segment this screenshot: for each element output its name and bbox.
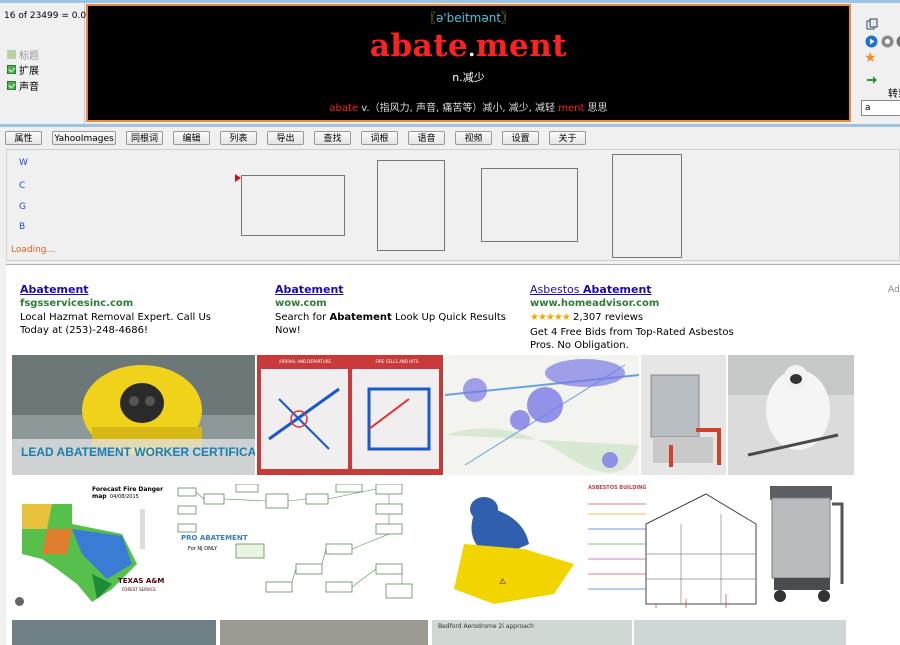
hazmat-suit-photo <box>728 355 854 475</box>
image-result[interactable] <box>220 620 428 645</box>
option-sound-label: 声音 <box>19 78 39 93</box>
abatement-worker-photo: ⚠ <box>434 484 582 608</box>
ad-label: Ad <box>888 285 900 295</box>
root-box[interactable] <box>377 160 445 251</box>
goto-input[interactable]: a <box>861 100 900 116</box>
toolbar: 属性 YahooImages 同根词 编辑 列表 导出 查找 词根 语音 视频 … <box>0 127 900 148</box>
left-panel: 16 of 23499 = 0.07% 标题 扩展 声音 <box>0 3 85 124</box>
checkbox-extend[interactable] <box>7 65 16 74</box>
checkbox-title[interactable] <box>7 50 16 59</box>
ad-url[interactable]: fsgsservicesinc.com <box>20 298 260 309</box>
settings-button[interactable]: 设置 <box>502 131 539 145</box>
star-icon[interactable]: ★ <box>864 52 876 64</box>
image-result[interactable] <box>641 355 726 475</box>
same-root-button[interactable]: 同根词 <box>126 131 163 145</box>
ad-url[interactable]: wow.com <box>275 298 515 309</box>
web-results-panel: Abatement fsgsservicesinc.com Local Hazm… <box>6 264 900 645</box>
ad-description: Search for Abatement Look Up Quick Resul… <box>275 311 515 337</box>
image-result[interactable]: Forecast Fire Danger map 04/08/2015 TEXA… <box>12 484 172 608</box>
root-link-w[interactable]: W <box>19 158 28 168</box>
word-display: 〖ə'beitmənt〗 abate.ment n.减少 abate v.（指风… <box>86 4 851 122</box>
image-result[interactable]: ⚠ <box>434 484 582 608</box>
root-box[interactable] <box>241 175 345 236</box>
yahoo-images-button[interactable]: YahooImages <box>52 131 116 145</box>
ad-rating: ★★★★★ 2,307 reviews <box>530 311 770 324</box>
airspace-map <box>445 355 639 475</box>
image-result[interactable] <box>762 484 857 608</box>
about-button[interactable]: 关于 <box>549 131 586 145</box>
edit-button[interactable]: 编辑 <box>173 131 210 145</box>
runway-diagram <box>259 369 441 469</box>
stop-icon[interactable] <box>881 35 893 47</box>
house-diagram <box>586 484 762 608</box>
root-link-c[interactable]: C <box>19 181 25 191</box>
export-button[interactable]: 导出 <box>267 131 304 145</box>
ad-result[interactable]: Abatement fsgsservicesinc.com Local Hazm… <box>20 283 260 337</box>
rating-stars-icon: ★★★★★ <box>530 312 570 323</box>
voice-button[interactable]: 语音 <box>408 131 445 145</box>
properties-button[interactable]: 属性 <box>5 131 42 145</box>
image-result[interactable] <box>728 355 854 475</box>
root-button[interactable]: 词根 <box>361 131 398 145</box>
svg-text:⚠: ⚠ <box>499 577 506 586</box>
list-button[interactable]: 列表 <box>220 131 257 145</box>
image-result[interactable]: PRO ABATEMENT For NJ ONLY <box>176 484 432 608</box>
ad-description: Get 4 Free Bids from Top-Rated Asbestos … <box>530 326 760 352</box>
image-result[interactable]: ARRIVAL AND DEPARTURE FIRE CELLS AND HIT… <box>257 355 443 475</box>
part-of-speech: n.减少 <box>88 69 849 85</box>
root-box[interactable] <box>481 168 578 242</box>
loading-text: Loading... <box>11 245 55 255</box>
etymology: abate v.（指风力, 声音, 痛苦等）减小, 减少, 减轻 ment 思思 <box>88 99 849 114</box>
ad-description: Local Hazmat Removal Expert. Call Us Tod… <box>20 311 235 337</box>
image-result[interactable]: ASBESTOS BUILDING <box>586 484 762 608</box>
ad-title[interactable]: Abatement <box>20 283 260 296</box>
phonetic: 〖ə'beitmənt〗 <box>88 9 849 26</box>
image-result[interactable] <box>634 620 846 645</box>
option-extend[interactable]: 扩展 <box>7 62 39 76</box>
image-result[interactable]: Bedford Aerodrome 2i approach <box>432 620 632 645</box>
root-link-g[interactable]: G <box>19 202 26 212</box>
root-link-b[interactable]: B <box>19 222 25 232</box>
headword: abate.ment <box>88 28 849 64</box>
ad-result[interactable]: Asbestos Abatement www.homeadvisor.com ★… <box>530 283 770 352</box>
air-scrubber-photo <box>762 484 857 608</box>
image-result[interactable] <box>12 620 216 645</box>
machine-photo <box>641 355 726 475</box>
find-button[interactable]: 查找 <box>314 131 351 145</box>
record-icon[interactable] <box>896 35 900 47</box>
right-panel: ★ 转到 a <box>858 3 900 124</box>
copy-icon[interactable] <box>866 18 878 30</box>
checkbox-sound[interactable] <box>7 81 16 90</box>
option-title-label: 标题 <box>19 47 39 62</box>
ad-url[interactable]: www.homeadvisor.com <box>530 298 770 309</box>
option-title[interactable]: 标题 <box>7 47 39 61</box>
video-button[interactable]: 视频 <box>455 131 492 145</box>
ad-title[interactable]: Asbestos Abatement <box>530 283 770 296</box>
option-sound[interactable]: 声音 <box>7 78 39 92</box>
image-result[interactable]: LEAD ABATEMENT WORKER CERTIFICATION <box>12 355 255 475</box>
top-border <box>0 0 900 3</box>
play-icon[interactable] <box>865 35 877 47</box>
go-label: 转到 <box>888 85 900 100</box>
ad-title[interactable]: Abatement <box>275 283 515 296</box>
image-result[interactable] <box>445 355 639 475</box>
root-box[interactable] <box>612 154 682 258</box>
nav-icon[interactable] <box>15 597 24 606</box>
ad-result[interactable]: Abatement wow.com Search for Abatement L… <box>275 283 515 337</box>
image-caption: LEAD ABATEMENT WORKER CERTIFICATION <box>21 445 255 459</box>
go-arrow-icon[interactable] <box>866 74 878 86</box>
roots-panel: W C G B Loading... <box>6 149 900 261</box>
option-extend-label: 扩展 <box>19 62 39 77</box>
